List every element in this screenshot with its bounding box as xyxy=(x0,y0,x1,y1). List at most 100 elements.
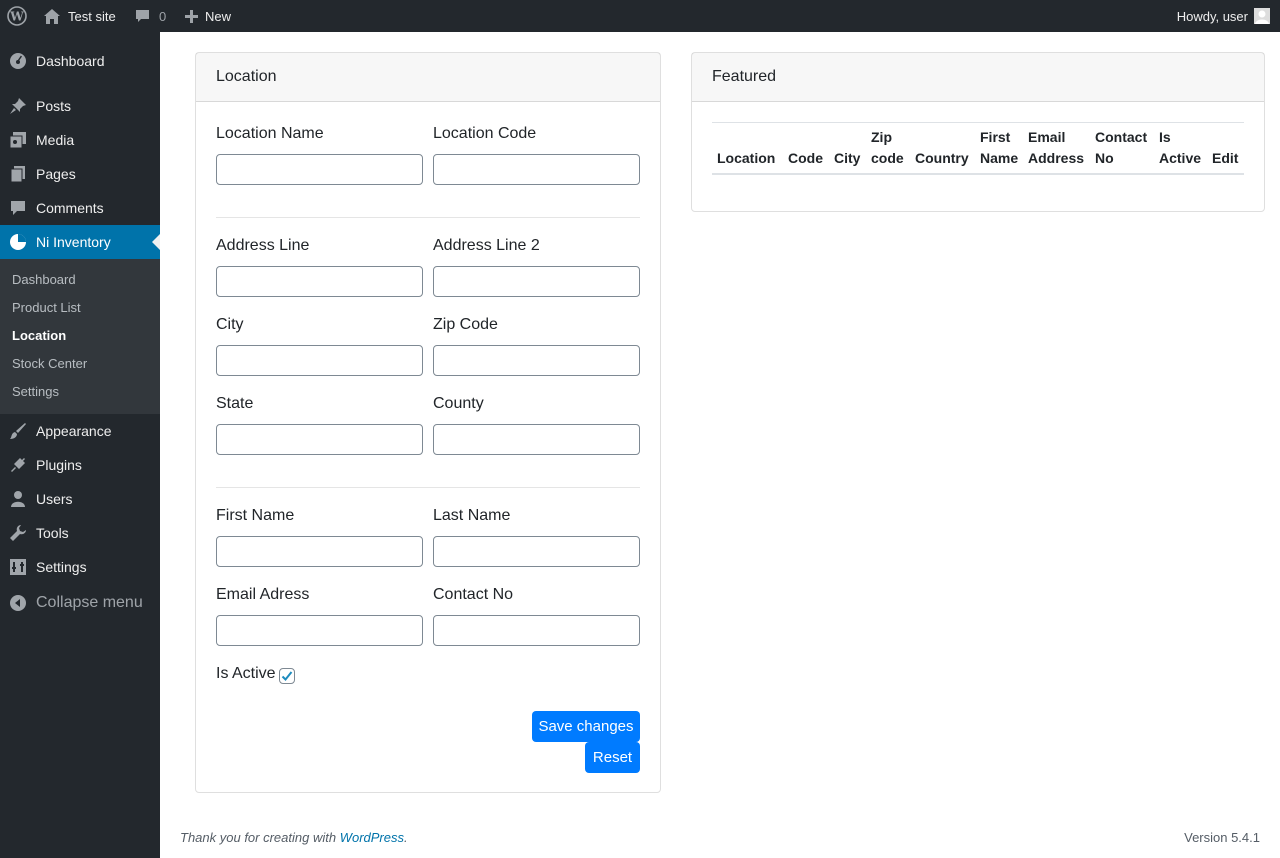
new-content-link[interactable]: New xyxy=(185,0,231,32)
menu-label: Pages xyxy=(36,166,76,182)
pie-chart-icon xyxy=(9,233,27,251)
brush-icon xyxy=(9,422,27,440)
dashboard-icon xyxy=(9,52,27,70)
howdy-text: Howdy, user xyxy=(1176,8,1248,24)
menu-dashboard[interactable]: Dashboard xyxy=(0,44,160,78)
table-top-border xyxy=(712,122,1244,123)
my-account-link[interactable]: Howdy, user xyxy=(1177,0,1270,32)
col-header: Email Address xyxy=(1028,129,1085,166)
table-header-border xyxy=(712,173,1244,175)
menu-comments[interactable]: Comments xyxy=(0,191,160,225)
col-header: First Name xyxy=(980,129,1019,166)
address-line-2-label: Address Line 2 xyxy=(433,237,540,254)
col-header: Zip code xyxy=(871,129,904,166)
submenu-settings[interactable]: Settings xyxy=(12,384,59,399)
address-line-label: Address Line xyxy=(216,237,310,254)
settings-icon xyxy=(9,558,27,576)
menu-users[interactable]: Users xyxy=(0,482,160,516)
footer-thanks: Thank you for creating with WordPress. xyxy=(180,830,408,845)
menu-label: Tools xyxy=(36,525,69,541)
menu-label: Media xyxy=(36,132,75,148)
footer-thanks-text: Thank you for creating with xyxy=(180,830,340,845)
email-label: Email Adress xyxy=(216,586,310,603)
menu-appearance[interactable]: Appearance xyxy=(0,414,160,448)
menu-posts[interactable]: Posts xyxy=(0,89,160,123)
menu-label: Dashboard xyxy=(36,53,105,69)
state-label: State xyxy=(216,395,254,412)
site-name: Test site xyxy=(68,8,116,24)
comments-link[interactable]: 0 xyxy=(135,0,166,32)
first-name-label: First Name xyxy=(216,507,295,524)
contact-no-input[interactable] xyxy=(433,615,640,646)
col-header: City xyxy=(834,150,861,166)
submenu-dashboard[interactable]: Dashboard xyxy=(12,272,76,287)
state-input[interactable] xyxy=(216,424,423,455)
menu-settings[interactable]: Settings xyxy=(0,550,160,584)
location-name-input[interactable] xyxy=(216,154,423,185)
ni-inventory-submenu: Dashboard Product List Location Stock Ce… xyxy=(0,259,160,414)
collapse-arrow-icon xyxy=(9,594,27,612)
menu-label: Users xyxy=(36,491,73,507)
reset-button[interactable]: Reset xyxy=(585,742,640,773)
county-input[interactable] xyxy=(433,424,640,455)
wordpress-logo-icon[interactable]: W xyxy=(7,0,27,32)
site-name-link[interactable]: Test site xyxy=(44,0,116,32)
menu-plugins[interactable]: Plugins xyxy=(0,448,160,482)
address-line-input[interactable] xyxy=(216,266,423,297)
zip-code-label: Zip Code xyxy=(433,316,498,333)
save-changes-button[interactable]: Save changes xyxy=(532,711,640,742)
is-active-label: Is Active xyxy=(216,665,276,682)
plus-icon xyxy=(185,9,198,23)
submenu-product-list[interactable]: Product List xyxy=(12,300,81,315)
city-label: City xyxy=(216,316,244,333)
featured-card: Featured Location Code City Zip code Coun… xyxy=(691,52,1265,212)
last-name-input[interactable] xyxy=(433,536,640,567)
footer-version: Version 5.4.1 xyxy=(1184,830,1260,845)
menu-label: Plugins xyxy=(36,457,82,473)
divider xyxy=(216,487,640,488)
col-header: Edit xyxy=(1212,150,1239,166)
plug-icon xyxy=(9,456,27,474)
city-input[interactable] xyxy=(216,345,423,376)
wordpress-link[interactable]: WordPress xyxy=(340,830,404,845)
last-name-label: Last Name xyxy=(433,507,511,524)
email-input[interactable] xyxy=(216,615,423,646)
location-card: Location Location Name Location Code Add… xyxy=(195,52,661,793)
zip-code-input[interactable] xyxy=(433,345,640,376)
location-code-input[interactable] xyxy=(433,154,640,185)
menu-label: Posts xyxy=(36,98,72,114)
address-line-2-input[interactable] xyxy=(433,266,640,297)
col-header: Country xyxy=(915,150,969,166)
checkmark-icon xyxy=(281,671,293,681)
comments-count: 0 xyxy=(159,8,167,24)
menu-tools[interactable]: Tools xyxy=(0,516,160,550)
location-card-title: Location xyxy=(196,53,660,102)
menu-ni-inventory[interactable]: Ni Inventory xyxy=(0,225,160,259)
location-name-label: Location Name xyxy=(216,125,324,142)
featured-card-title: Featured xyxy=(692,53,1264,102)
main-content: Location Location Name Location Code Add… xyxy=(160,32,1280,858)
county-label: County xyxy=(433,395,484,412)
menu-media[interactable]: Media xyxy=(0,123,160,157)
col-header: Is Active xyxy=(1159,129,1202,166)
admin-menu: Dashboard Posts Media Pages Comments Ni … xyxy=(0,32,160,858)
collapse-menu-button[interactable]: Collapse menu xyxy=(0,586,160,620)
menu-label: Ni Inventory xyxy=(36,234,111,250)
comment-icon xyxy=(9,199,27,217)
col-header: Contact No xyxy=(1095,129,1148,166)
divider xyxy=(216,217,640,218)
is-active-checkbox[interactable] xyxy=(279,668,295,684)
submenu-location[interactable]: Location xyxy=(12,328,66,343)
menu-label: Appearance xyxy=(36,423,112,439)
new-label: New xyxy=(205,8,232,24)
user-icon xyxy=(9,490,27,508)
media-icon xyxy=(9,131,27,149)
contact-no-label: Contact No xyxy=(433,586,514,603)
menu-pages[interactable]: Pages xyxy=(0,157,160,191)
first-name-input[interactable] xyxy=(216,536,423,567)
menu-label: Settings xyxy=(36,559,87,575)
pages-icon xyxy=(9,165,27,183)
submenu-stock-center[interactable]: Stock Center xyxy=(12,356,87,371)
footer-period: . xyxy=(404,830,408,845)
comment-bubble-icon xyxy=(135,9,150,24)
